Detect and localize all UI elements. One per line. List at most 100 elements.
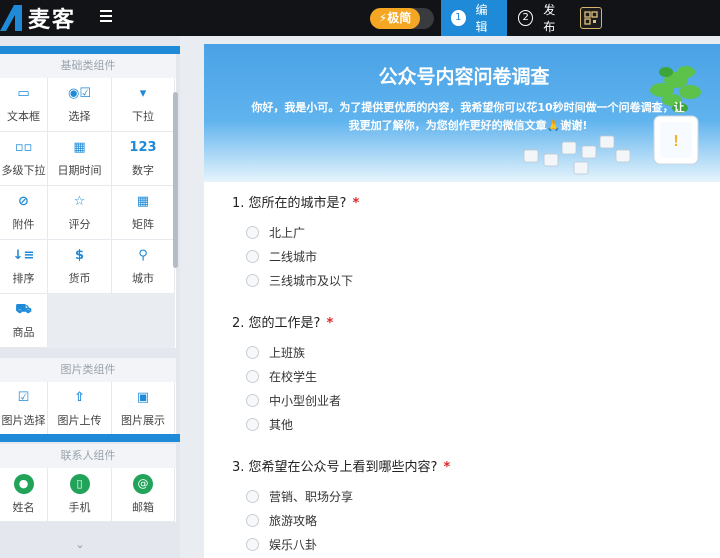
component-phone[interactable]: ▯ 手机 <box>48 468 112 522</box>
textbox-icon: ▭ <box>17 85 30 101</box>
menu-icon[interactable] <box>100 10 112 24</box>
component-image-display[interactable]: ▣ 图片展示 <box>112 382 175 436</box>
survey-description-line: 我更加了解你，为您创作更好的微信文章🙏谢谢! <box>348 119 588 132</box>
step-publish[interactable]: 2 发布 <box>508 0 576 36</box>
logo-mark-icon <box>0 5 22 31</box>
image-display-icon: ▣ <box>136 389 150 405</box>
panel-header-bar <box>0 46 180 54</box>
sort-icon: ↓≡ <box>12 247 35 263</box>
survey-banner: ! 公众号内容问卷调查 你好，我是小可。为了提供更优质的内容，我希望你可以花10… <box>204 44 720 182</box>
component-number[interactable]: 123 数字 <box>112 132 175 186</box>
component-person[interactable]: ● 姓名 <box>0 468 48 522</box>
radio-button[interactable] <box>246 345 259 359</box>
option-label: 二线城市 <box>269 249 318 264</box>
radio-button[interactable] <box>246 273 259 287</box>
radio-button[interactable] <box>246 249 259 263</box>
question-3: 3. 您希望在公众号上看到哪些内容? * 营销、职场分享旅游攻略娱乐八卦 <box>232 458 450 556</box>
radio-option[interactable]: 二线城市 <box>246 244 359 268</box>
matrix-icon: ▦ <box>136 193 150 209</box>
question-title: 1. 您所在的城市是? * <box>232 194 359 214</box>
radio-button[interactable] <box>246 489 259 503</box>
component-textbox[interactable]: ▭ 文本框 <box>0 78 48 132</box>
component-cart[interactable]: ⛟ 商品 <box>0 294 48 348</box>
component-email[interactable]: @ 邮箱 <box>112 468 175 522</box>
component-label: 矩阵 <box>132 217 154 231</box>
option-label: 在校学生 <box>269 369 318 384</box>
component-cascade[interactable]: ▫▫ 多级下拉 <box>0 132 48 186</box>
component-image-upload[interactable]: ⇧ 图片上传 <box>48 382 112 436</box>
phone-icon: ▯ <box>69 474 90 494</box>
component-star[interactable]: ☆ 评分 <box>48 186 112 240</box>
component-label: 姓名 <box>12 501 35 514</box>
component-label: 商品 <box>12 325 35 339</box>
component-currency[interactable]: $ 货币 <box>48 240 112 294</box>
survey-preview: ! 公众号内容问卷调查 你好，我是小可。为了提供更优质的内容，我希望你可以花10… <box>204 44 720 558</box>
component-attachment[interactable]: ⊘ 附件 <box>0 186 48 240</box>
contact-components-panel: 联系人组件 ● 姓名 ▯ 手机 @ 邮箱 <box>0 444 176 522</box>
component-label: 日期时间 <box>57 163 102 177</box>
radio-button[interactable] <box>246 369 259 383</box>
currency-icon: $ <box>74 247 85 263</box>
required-mark: * <box>443 460 451 475</box>
radio-option[interactable]: 北上广 <box>246 220 359 244</box>
empty-cell <box>112 294 175 348</box>
component-label: 文本框 <box>7 109 40 123</box>
radio-button[interactable] <box>246 537 259 551</box>
component-label: 货币 <box>68 271 91 285</box>
calendar-icon: ▦ <box>73 139 86 155</box>
question-title: 3. 您希望在公众号上看到哪些内容? * <box>232 458 450 478</box>
option-label: 旅游攻略 <box>269 513 318 528</box>
component-label: 邮箱 <box>132 501 154 514</box>
radio-button[interactable] <box>246 393 259 407</box>
component-matrix[interactable]: ▦ 矩阵 <box>112 186 175 240</box>
radio-option[interactable]: 三线城市及以下 <box>246 268 359 292</box>
question-text: 3. 您希望在公众号上看到哪些内容? <box>232 460 438 475</box>
component-label: 评分 <box>68 217 91 231</box>
required-mark: * <box>352 196 360 211</box>
component-label: 选择 <box>68 109 91 123</box>
radio-option[interactable]: 在校学生 <box>246 364 341 388</box>
radio-option[interactable]: 中小型创业者 <box>246 388 341 412</box>
radio-option[interactable]: 旅游攻略 <box>246 508 450 532</box>
survey-title: 公众号内容问卷调查 <box>378 66 550 88</box>
radio-button[interactable] <box>246 225 259 239</box>
image-select-icon: ☑ <box>17 389 30 405</box>
radio-option[interactable]: 上班族 <box>246 340 341 364</box>
radio-option[interactable]: 其他 <box>246 412 341 436</box>
step-number: 1 <box>451 10 466 26</box>
component-image-select[interactable]: ☑ 图片选择 <box>0 382 48 436</box>
speed-mode-toggle[interactable]: ⚡极简 <box>370 8 434 29</box>
location-icon: ⚲ <box>138 247 148 263</box>
component-choice[interactable]: ◉☑ 选择 <box>48 78 112 132</box>
panel-header-bar <box>0 434 180 442</box>
component-sort[interactable]: ↓≡ 排序 <box>0 240 48 294</box>
component-sidebar: 基础类组件 ▭ 文本框 ◉☑ 选择 ▾ 下拉 ▫▫ 多级下拉 ▦ 日期时间 123 数字 ⊘ 附件 ☆ 评分 ▦… <box>0 36 180 558</box>
component-calendar[interactable]: ▦ 日期时间 <box>48 132 112 186</box>
step-edit[interactable]: 1 编辑 <box>441 0 507 36</box>
sidebar-scrollbar[interactable] <box>173 92 178 268</box>
preview-button[interactable] <box>580 7 602 29</box>
image-components-panel: 图片类组件 ☑ 图片选择 ⇧ 图片上传 ▣ 图片展示 <box>0 358 176 436</box>
component-label: 附件 <box>12 217 35 231</box>
app-name: 麦客 <box>28 8 77 33</box>
radio-option[interactable]: 营销、职场分享 <box>246 484 450 508</box>
question-2: 2. 您的工作是? * 上班族在校学生中小型创业者 其他 <box>232 314 341 436</box>
radio-button[interactable] <box>246 417 259 431</box>
option-label: 上班族 <box>269 345 306 360</box>
option-label: 其他 <box>269 417 294 432</box>
component-label: 图片展示 <box>121 413 165 427</box>
component-location[interactable]: ⚲ 城市 <box>112 240 175 294</box>
step-label: 发布 <box>543 3 556 34</box>
app-logo[interactable]: 麦客 <box>0 3 76 33</box>
question-text: 2. 您的工作是? <box>232 316 321 331</box>
component-dropdown[interactable]: ▾ 下拉 <box>112 78 175 132</box>
radio-button[interactable] <box>246 513 259 527</box>
chevron-down-icon[interactable]: ⌄ <box>70 538 90 554</box>
radio-option[interactable]: 娱乐八卦 <box>246 532 450 556</box>
component-label: 图片上传 <box>57 413 102 427</box>
option-label: 中小型创业者 <box>269 393 342 408</box>
step-label: 编辑 <box>475 3 488 34</box>
option-label: 娱乐八卦 <box>269 537 318 552</box>
required-mark: * <box>326 316 334 331</box>
survey-description-line: 你好，我是小可。为了提供更优质的内容，我希望你可以花10秒时间做一个问卷调查，让 <box>251 101 685 114</box>
